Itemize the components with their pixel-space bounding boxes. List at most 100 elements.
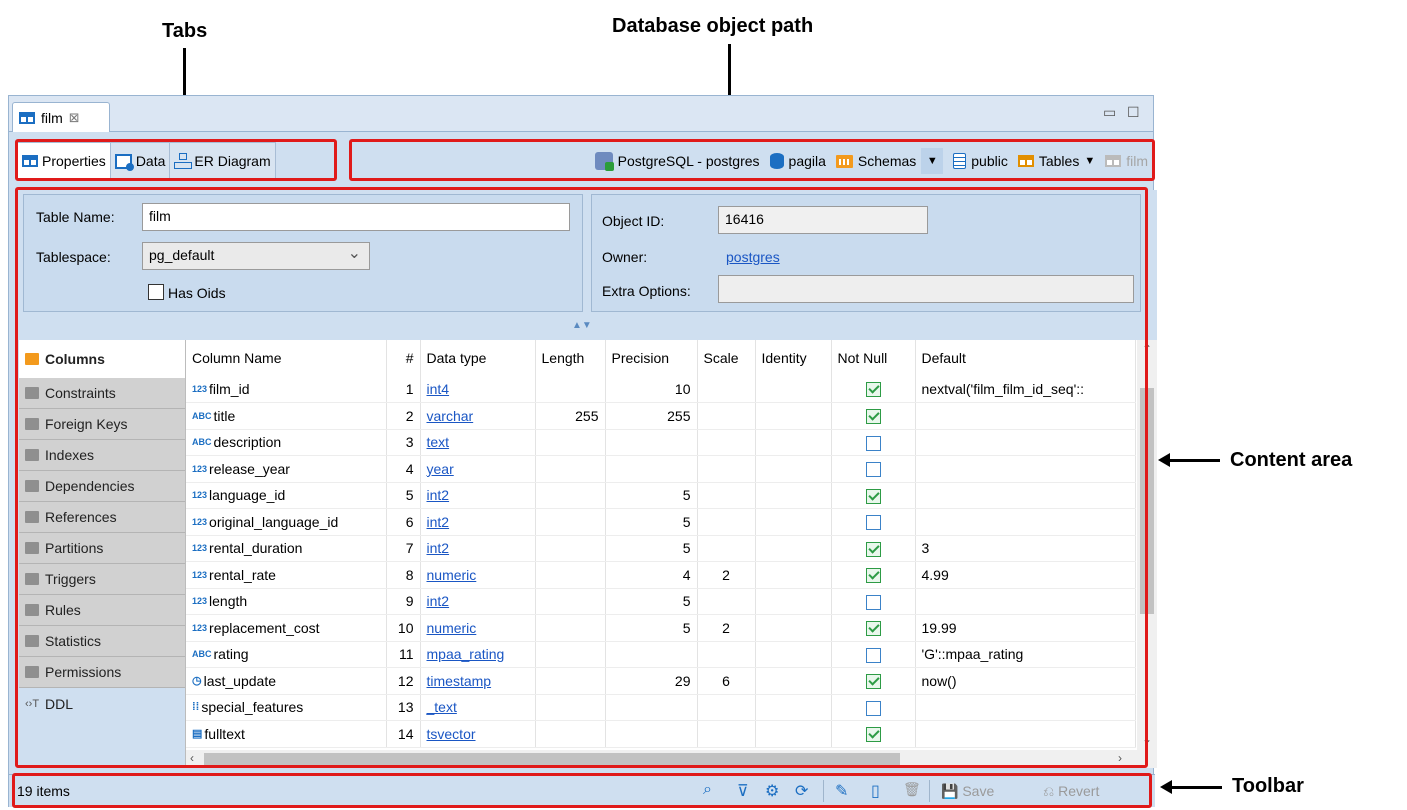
cell-not-null[interactable]	[831, 402, 916, 430]
data-type-link[interactable]: numeric	[427, 620, 477, 636]
data-type-link[interactable]: year	[427, 461, 454, 477]
not-null-checkbox[interactable]	[865, 674, 881, 690]
has-oids-checkbox[interactable]	[148, 284, 164, 300]
cell-scale[interactable]	[697, 508, 756, 536]
cell-n[interactable]: 10	[386, 614, 421, 642]
cell-precision[interactable]	[605, 720, 698, 748]
cell-not-null[interactable]	[831, 482, 916, 509]
cell-not-null[interactable]	[831, 588, 916, 615]
sidebar-item-indexes[interactable]: Indexes	[19, 440, 185, 471]
scroll-left-icon[interactable]: ‹	[190, 751, 194, 765]
cell-precision[interactable]: 29	[605, 667, 698, 695]
cell-n[interactable]: 3	[386, 429, 421, 456]
table-row[interactable]: 123 release_year 4 year	[186, 455, 1136, 483]
cell-precision[interactable]	[605, 641, 698, 668]
cell-default[interactable]	[915, 694, 1136, 721]
cell-default[interactable]: now()	[915, 667, 1136, 695]
cell-length[interactable]	[535, 641, 606, 668]
cell-type[interactable]: _text	[420, 694, 536, 721]
add-column-icon[interactable]: ▯	[871, 781, 880, 801]
cell-identity[interactable]	[755, 641, 832, 668]
cell-type[interactable]: timestamp	[420, 667, 536, 695]
path-connection[interactable]: PostgreSQL - postgres	[594, 152, 760, 171]
table-row[interactable]: ▤ fulltext 14 tsvector	[186, 720, 1136, 748]
cell-precision[interactable]: 5	[605, 614, 698, 642]
cell-not-null[interactable]	[831, 667, 916, 695]
scroll-up-icon[interactable]: ⌃	[1142, 342, 1152, 356]
refresh-icon[interactable]: ⟳	[795, 781, 808, 801]
cell-identity[interactable]	[755, 720, 832, 748]
cell-default[interactable]: 4.99	[915, 561, 1136, 589]
splitter-handle[interactable]: ▲▼	[572, 320, 592, 331]
cell-name[interactable]: 123 length	[186, 588, 387, 615]
cell-n[interactable]: 6	[386, 508, 421, 536]
cell-name[interactable]: ▤ fulltext	[186, 720, 387, 748]
path-table[interactable]: film	[1105, 153, 1148, 169]
tab-data[interactable]: Data	[109, 142, 170, 180]
cell-precision[interactable]: 255	[605, 402, 698, 430]
column-header[interactable]: Data type	[420, 340, 536, 376]
close-icon[interactable]: ⊠	[69, 110, 80, 126]
not-null-checkbox[interactable]	[865, 435, 881, 451]
column-header[interactable]: Length	[535, 340, 606, 376]
cell-length[interactable]	[535, 667, 606, 695]
cell-length[interactable]	[535, 588, 606, 615]
cell-type[interactable]: int2	[420, 508, 536, 536]
cell-default[interactable]	[915, 720, 1136, 748]
tab-properties[interactable]: Properties	[17, 142, 110, 180]
scroll-right-icon[interactable]: ›	[1118, 751, 1122, 765]
cell-name[interactable]: 123 original_language_id	[186, 508, 387, 536]
chevron-down-icon[interactable]: ▼	[1084, 155, 1095, 167]
cell-default[interactable]	[915, 508, 1136, 536]
not-null-checkbox[interactable]	[865, 382, 881, 398]
cell-n[interactable]: 4	[386, 455, 421, 483]
table-name-input[interactable]: film	[142, 203, 570, 231]
cell-identity[interactable]	[755, 535, 832, 562]
cell-not-null[interactable]	[831, 535, 916, 562]
data-type-link[interactable]: int2	[427, 593, 450, 609]
sidebar-item-rules[interactable]: Rules	[19, 595, 185, 626]
cell-n[interactable]: 1	[386, 376, 421, 403]
table-row[interactable]: 123 replacement_cost 10 numeric 5 2 19.99	[186, 614, 1136, 642]
delete-icon[interactable]: 🗑	[903, 781, 921, 798]
cell-n[interactable]: 14	[386, 720, 421, 748]
cell-name[interactable]: ABC title	[186, 402, 387, 430]
scroll-down-icon[interactable]: ⌄	[1142, 732, 1152, 746]
edit-icon[interactable]: ✎	[835, 781, 848, 801]
cell-not-null[interactable]	[831, 720, 916, 748]
table-row[interactable]: ABC title 2 varchar 255 255	[186, 402, 1136, 430]
cell-precision[interactable]: 5	[605, 508, 698, 536]
tab-er-diagram[interactable]: ER Diagram	[169, 142, 276, 180]
cell-name[interactable]: ABC description	[186, 429, 387, 456]
not-null-checkbox[interactable]	[865, 462, 881, 478]
data-type-link[interactable]: int2	[427, 514, 450, 530]
not-null-checkbox[interactable]	[865, 727, 881, 743]
cell-name[interactable]: 123 language_id	[186, 482, 387, 509]
table-row[interactable]: 123 film_id 1 int4 10 nextval('film_film_id_s…	[186, 376, 1136, 403]
cell-type[interactable]: int2	[420, 482, 536, 509]
cell-name[interactable]: 123 replacement_cost	[186, 614, 387, 642]
not-null-checkbox[interactable]	[865, 647, 881, 663]
cell-length[interactable]	[535, 455, 606, 483]
cell-identity[interactable]	[755, 376, 832, 403]
table-row[interactable]: 123 original_language_id 6 int2 5	[186, 508, 1136, 536]
cell-type[interactable]: int2	[420, 535, 536, 562]
scroll-thumb[interactable]	[204, 753, 900, 765]
cell-default[interactable]	[915, 429, 1136, 456]
table-row[interactable]: 123 length 9 int2 5	[186, 588, 1136, 615]
cell-n[interactable]: 7	[386, 535, 421, 562]
cell-precision[interactable]: 5	[605, 535, 698, 562]
data-type-link[interactable]: tsvector	[427, 726, 476, 742]
data-type-link[interactable]: varchar	[427, 408, 474, 424]
cell-identity[interactable]	[755, 402, 832, 430]
data-type-link[interactable]: timestamp	[427, 673, 492, 689]
minimize-icon[interactable]: ▭	[1103, 104, 1116, 121]
cell-scale[interactable]	[697, 720, 756, 748]
cell-not-null[interactable]	[831, 429, 916, 456]
cell-precision[interactable]: 5	[605, 588, 698, 615]
cell-scale[interactable]: 6	[697, 667, 756, 695]
cell-identity[interactable]	[755, 482, 832, 509]
cell-default[interactable]	[915, 455, 1136, 483]
sidebar-item-constraints[interactable]: Constraints	[19, 378, 185, 409]
search-icon[interactable]: ⌕	[703, 781, 712, 799]
